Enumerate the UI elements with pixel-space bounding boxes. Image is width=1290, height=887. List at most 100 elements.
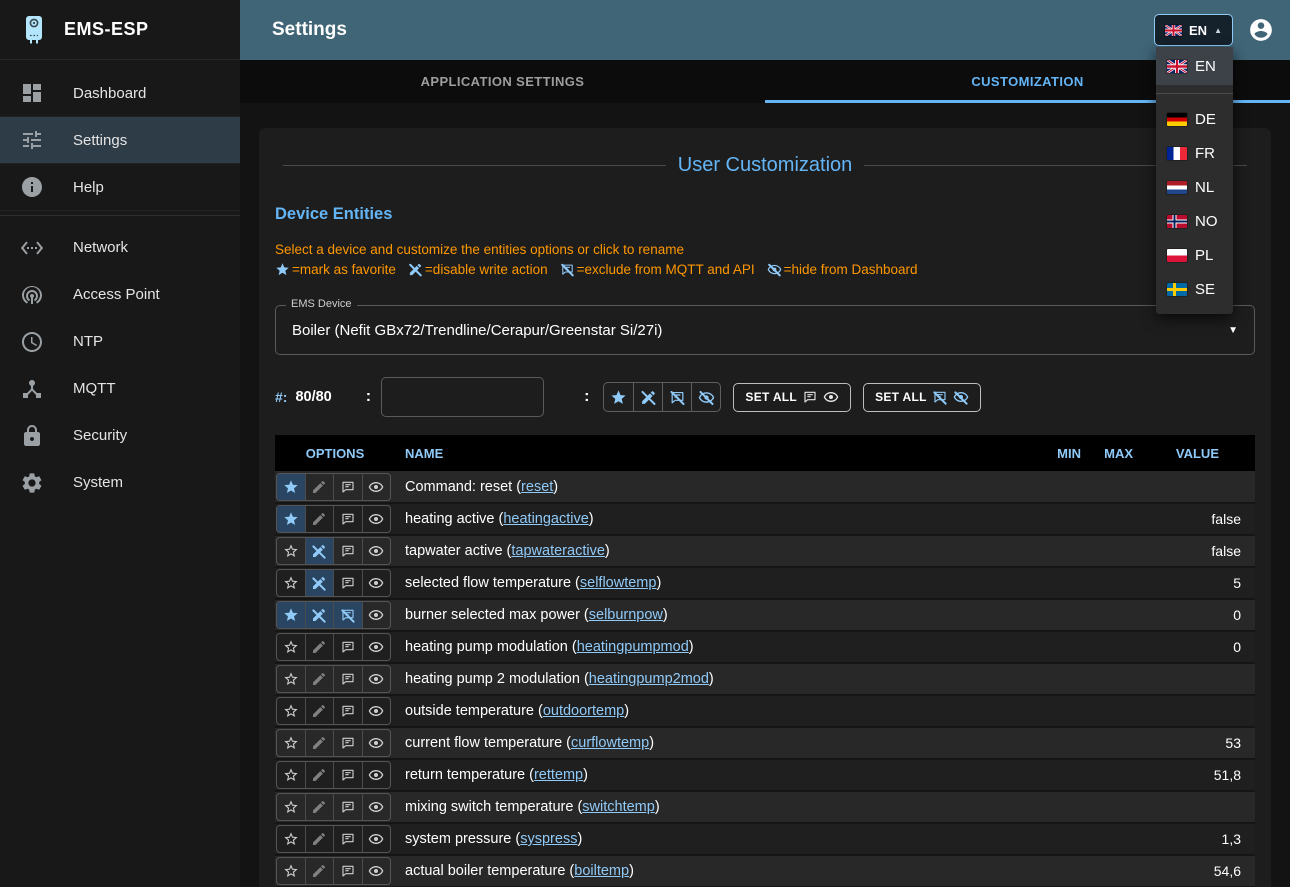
account-circle-icon[interactable] — [1248, 17, 1274, 43]
hide-toggle[interactable] — [362, 666, 391, 692]
filter-disable-write-toggle[interactable] — [633, 383, 662, 411]
disable-write-toggle[interactable] — [305, 858, 334, 884]
hide-toggle[interactable] — [362, 506, 391, 532]
entity-name-cell[interactable]: heating pump 2 modulation (heatingpump2m… — [395, 663, 1035, 695]
language-option-se[interactable]: SE — [1156, 272, 1233, 306]
hide-toggle[interactable] — [362, 570, 391, 596]
hide-toggle[interactable] — [362, 538, 391, 564]
disable-write-toggle[interactable] — [305, 506, 334, 532]
favorite-toggle[interactable] — [277, 474, 305, 500]
exclude-mqtt-toggle[interactable] — [333, 602, 362, 628]
exclude-mqtt-toggle[interactable] — [333, 826, 362, 852]
sidebar-item-dashboard[interactable]: Dashboard — [0, 70, 240, 117]
favorite-toggle[interactable] — [277, 570, 305, 596]
filter-exclude-mqtt-toggle[interactable] — [662, 383, 691, 411]
entity-link[interactable]: heatingpumpmod — [577, 639, 689, 655]
language-selector-button[interactable]: EN ▲ — [1154, 14, 1233, 46]
exclude-mqtt-toggle[interactable] — [333, 794, 362, 820]
hide-toggle[interactable] — [362, 858, 391, 884]
exclude-mqtt-toggle[interactable] — [333, 634, 362, 660]
entity-link[interactable]: reset — [521, 479, 553, 495]
set-all-show-button[interactable]: SET ALL — [733, 383, 851, 412]
disable-write-toggle[interactable] — [305, 826, 334, 852]
disable-write-toggle[interactable] — [305, 474, 334, 500]
entity-name-cell[interactable]: selected flow temperature (selflowtemp) — [395, 567, 1035, 599]
hide-toggle[interactable] — [362, 826, 391, 852]
hide-toggle[interactable] — [362, 634, 391, 660]
language-option-pl[interactable]: PL — [1156, 238, 1233, 272]
sidebar-item-network[interactable]: Network — [0, 224, 240, 271]
hide-toggle[interactable] — [362, 698, 391, 724]
entity-link[interactable]: heatingpump2mod — [589, 671, 709, 687]
filter-favorite-toggle[interactable] — [604, 383, 633, 411]
entity-name-cell[interactable]: outside temperature (outdoortemp) — [395, 695, 1035, 727]
entity-name-cell[interactable]: current flow temperature (curflowtemp) — [395, 727, 1035, 759]
language-option-no[interactable]: NO — [1156, 204, 1233, 238]
favorite-toggle[interactable] — [277, 762, 305, 788]
favorite-toggle[interactable] — [277, 506, 305, 532]
exclude-mqtt-toggle[interactable] — [333, 666, 362, 692]
sidebar-item-ntp[interactable]: NTP — [0, 318, 240, 365]
entity-link[interactable]: syspress — [520, 831, 577, 847]
disable-write-toggle[interactable] — [305, 666, 334, 692]
exclude-mqtt-toggle[interactable] — [333, 506, 362, 532]
favorite-toggle[interactable] — [277, 666, 305, 692]
sidebar-item-help[interactable]: Help — [0, 164, 240, 211]
exclude-mqtt-toggle[interactable] — [333, 538, 362, 564]
sidebar-item-access-point[interactable]: Access Point — [0, 271, 240, 318]
exclude-mqtt-toggle[interactable] — [333, 570, 362, 596]
entity-link[interactable]: boiltemp — [574, 863, 629, 879]
entity-link[interactable]: switchtemp — [582, 799, 655, 815]
exclude-mqtt-toggle[interactable] — [333, 762, 362, 788]
sidebar-item-system[interactable]: System — [0, 459, 240, 506]
language-option-nl[interactable]: NL — [1156, 170, 1233, 204]
entity-name-cell[interactable]: burner selected max power (selburnpow) — [395, 599, 1035, 631]
hide-toggle[interactable] — [362, 730, 391, 756]
entity-link[interactable]: rettemp — [534, 767, 583, 783]
entity-link[interactable]: outdoortemp — [543, 703, 624, 719]
favorite-toggle[interactable] — [277, 602, 305, 628]
exclude-mqtt-toggle[interactable] — [333, 474, 362, 500]
entity-name-cell[interactable]: tapwater active (tapwateractive) — [395, 535, 1035, 567]
entity-name-cell[interactable]: actual boiler temperature (boiltemp) — [395, 855, 1035, 887]
sidebar-item-settings[interactable]: Settings — [0, 117, 240, 164]
favorite-toggle[interactable] — [277, 698, 305, 724]
entity-name-cell[interactable]: heating pump modulation (heatingpumpmod) — [395, 631, 1035, 663]
tab-application-settings[interactable]: APPLICATION SETTINGS — [240, 60, 765, 103]
set-all-hide-button[interactable]: SET ALL — [863, 383, 981, 412]
filter-hide-toggle[interactable] — [691, 383, 720, 411]
entity-name-cell[interactable]: mixing switch temperature (switchtemp) — [395, 791, 1035, 823]
disable-write-toggle[interactable] — [305, 602, 334, 628]
disable-write-toggle[interactable] — [305, 634, 334, 660]
disable-write-toggle[interactable] — [305, 538, 334, 564]
hide-toggle[interactable] — [362, 762, 391, 788]
language-option-de[interactable]: DE — [1156, 102, 1233, 136]
entity-name-cell[interactable]: Command: reset (reset) — [395, 471, 1035, 503]
favorite-toggle[interactable] — [277, 794, 305, 820]
sidebar-item-security[interactable]: Security — [0, 412, 240, 459]
disable-write-toggle[interactable] — [305, 762, 334, 788]
exclude-mqtt-toggle[interactable] — [333, 698, 362, 724]
hide-toggle[interactable] — [362, 602, 391, 628]
entity-name-cell[interactable]: return temperature (rettemp) — [395, 759, 1035, 791]
language-option-en[interactable]: EN — [1156, 47, 1233, 85]
disable-write-toggle[interactable] — [305, 570, 334, 596]
hide-toggle[interactable] — [362, 474, 391, 500]
favorite-toggle[interactable] — [277, 538, 305, 564]
entity-link[interactable]: selflowtemp — [580, 575, 657, 591]
search-input[interactable] — [381, 377, 544, 417]
disable-write-toggle[interactable] — [305, 698, 334, 724]
entity-link[interactable]: heatingactive — [503, 511, 588, 527]
favorite-toggle[interactable] — [277, 826, 305, 852]
ems-device-select[interactable]: EMS Device Boiler (Nefit GBx72/Trendline… — [275, 305, 1255, 355]
favorite-toggle[interactable] — [277, 858, 305, 884]
disable-write-toggle[interactable] — [305, 730, 334, 756]
favorite-toggle[interactable] — [277, 730, 305, 756]
entity-name-cell[interactable]: system pressure (syspress) — [395, 823, 1035, 855]
language-option-fr[interactable]: FR — [1156, 136, 1233, 170]
entity-link[interactable]: selburnpow — [589, 607, 663, 623]
entity-link[interactable]: curflowtemp — [571, 735, 649, 751]
exclude-mqtt-toggle[interactable] — [333, 858, 362, 884]
hide-toggle[interactable] — [362, 794, 391, 820]
disable-write-toggle[interactable] — [305, 794, 334, 820]
